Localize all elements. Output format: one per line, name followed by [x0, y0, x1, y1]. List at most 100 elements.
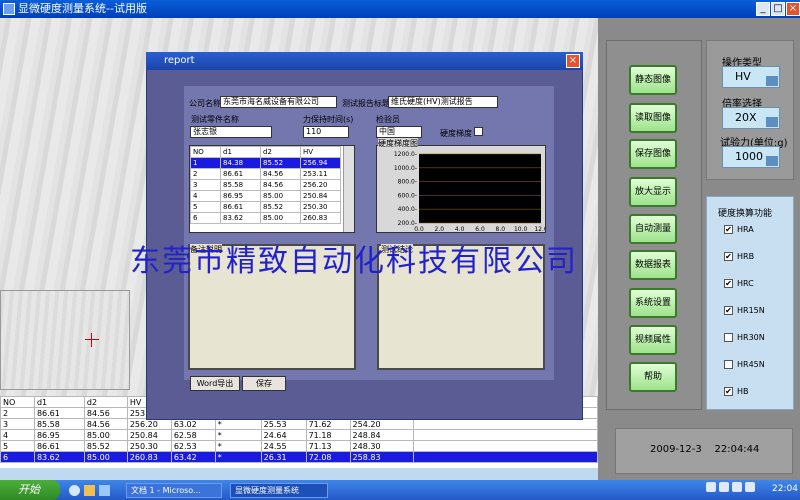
table-header-row: NO d1 d2 HV — [190, 146, 341, 158]
task-word-document[interactable]: 文档 1 - Microso... — [126, 483, 222, 498]
force-select[interactable]: 1000 — [722, 146, 780, 168]
tray-network-icon[interactable] — [706, 482, 716, 492]
table-cell: 84.38 — [220, 157, 261, 169]
checkbox-icon[interactable] — [724, 360, 733, 369]
inspector-label: 检验员 — [376, 115, 400, 124]
inspector-field[interactable]: 中国 — [376, 126, 422, 138]
table-header: d1 — [220, 146, 261, 158]
dropdown-arrow-icon[interactable] — [766, 156, 778, 166]
hold-time-label: 力保持时间(s) — [303, 115, 354, 124]
hold-time-field[interactable]: 110 — [303, 126, 349, 138]
table-cell: 85.00 — [83, 451, 128, 463]
table-row[interactable]: 6 83.62 85.00 260.83 — [190, 212, 341, 224]
table-cell: 254.20 — [349, 418, 415, 430]
table-cell: 248.30 — [349, 440, 415, 452]
checkbox-hra[interactable]: ✔ HRA — [724, 225, 754, 234]
checkbox-label: HR15N — [737, 306, 765, 315]
table-cell: 85.00 — [260, 190, 301, 202]
table-cell: 85.52 — [260, 201, 301, 213]
checkbox-hr45n[interactable]: HR45N — [724, 360, 765, 369]
chart-svg: 200.0-400.0-600.0-800.0-1000.0-1200.0-0.… — [394, 151, 548, 233]
watermark-text: 东莞市精致自动化科技有限公司 — [130, 244, 578, 279]
checkbox-icon[interactable] — [724, 333, 733, 342]
maximize-button[interactable]: □ — [771, 2, 785, 16]
table-row[interactable]: 4 86.95 85.00 250.84 — [190, 190, 341, 202]
table-cell: 86.95 — [33, 429, 85, 441]
table-row[interactable]: 5 86.61 85.52 250.30 62.53 * 24.55 71.13 248.30 — [0, 440, 598, 452]
table-row[interactable]: 2 86.61 84.56 253.11 — [190, 168, 341, 180]
table-cell: 250.84 — [126, 429, 172, 441]
table-header: NO — [190, 146, 221, 158]
checkbox-hb[interactable]: ✔ HB — [724, 387, 749, 396]
system-settings-button[interactable]: 系统设置 — [629, 288, 677, 318]
checkbox-label: HR45N — [737, 360, 765, 369]
checkbox-hrc[interactable]: ✔ HRC — [724, 279, 754, 288]
read-image-button[interactable]: 读取图像 — [629, 103, 677, 133]
x-tick-label: 8.0 — [496, 226, 506, 232]
table-cell — [413, 418, 598, 430]
x-tick-label: 2.0 — [435, 226, 445, 232]
report-close-button[interactable]: × — [566, 54, 580, 68]
table-cell: 25.53 — [260, 418, 307, 430]
table-cell: 4 — [190, 190, 221, 202]
checkbox-icon[interactable]: ✔ — [724, 252, 733, 261]
table-row[interactable]: 3 85.58 84.56 256.20 63.02 * 25.53 71.62 254.20 — [0, 418, 598, 430]
table-cell: 85.58 — [220, 179, 261, 191]
part-field[interactable]: 张志银 — [190, 126, 272, 138]
hardness-gradient-chart: 200.0- 400.0- 600.0- 800.0- 1000.0- 1200.0- 0.… — [376, 145, 548, 233]
tray-security-icon[interactable] — [732, 482, 742, 492]
table-cell: 85.00 — [83, 429, 128, 441]
quicklaunch-ie-icon[interactable] — [69, 485, 80, 496]
checkbox-hrb[interactable]: ✔ HRB — [724, 252, 754, 261]
quicklaunch-media-icon[interactable] — [99, 485, 110, 496]
table-cell: 1 — [190, 157, 221, 169]
table-cell: 84.56 — [83, 407, 128, 419]
report-data-table[interactable]: NO d1 d2 HV 1 84.38 85.52 256.94 2 86.61 84.56… — [189, 145, 355, 233]
table-row[interactable]: 4 86.95 85.00 250.84 62.58 * 24.64 71.18 248.84 — [0, 429, 598, 441]
help-button[interactable]: 帮助 — [629, 362, 677, 392]
thumbnail-view[interactable] — [0, 290, 130, 390]
zoom-display-button[interactable]: 放大显示 — [629, 177, 677, 207]
table-cell: 83.62 — [220, 212, 261, 224]
checkbox-hr15n[interactable]: ✔ HR15N — [724, 306, 765, 315]
minimize-button[interactable]: _ — [756, 2, 770, 16]
checkbox-icon[interactable]: ✔ — [724, 306, 733, 315]
gradient-checkbox[interactable] — [474, 127, 483, 136]
magnification-select[interactable]: 20X — [722, 107, 780, 129]
table-cell: 63.02 — [170, 418, 216, 430]
report-title-label: 测试报告标题 — [342, 99, 390, 108]
table-cell: 71.18 — [305, 429, 351, 441]
table-vertical-scrollbar[interactable] — [343, 146, 354, 232]
x-tick-label: 4.0 — [455, 226, 465, 232]
table-cell: 6 — [0, 451, 35, 463]
checkbox-icon[interactable]: ✔ — [724, 225, 733, 234]
dropdown-arrow-icon[interactable] — [766, 117, 778, 127]
video-properties-button[interactable]: 视频属性 — [629, 325, 677, 355]
table-row[interactable]: 6 83.62 85.00 260.83 63.42 * 26.31 72.08 258.83 — [0, 451, 598, 463]
task-hardness-system[interactable]: 显微硬度测量系统 — [230, 483, 328, 498]
quicklaunch-folder-icon[interactable] — [84, 485, 95, 496]
table-row[interactable]: 1 84.38 85.52 256.94 — [190, 157, 341, 169]
table-row[interactable]: 5 86.61 85.52 250.30 — [190, 201, 341, 213]
table-header: HV — [300, 146, 341, 158]
start-button[interactable]: 开始 — [0, 480, 60, 500]
save-image-button[interactable]: 保存图像 — [629, 139, 677, 169]
horizontal-scrollbar[interactable] — [0, 468, 598, 480]
tray-app-icon[interactable] — [745, 482, 755, 492]
static-image-button[interactable]: 静态图像 — [629, 65, 677, 95]
operation-type-select[interactable]: HV — [722, 66, 780, 88]
tray-volume-icon[interactable] — [719, 482, 729, 492]
dropdown-arrow-icon[interactable] — [766, 76, 778, 86]
part-label: 测试零件名称 — [191, 115, 239, 124]
table-row[interactable]: 3 85.58 84.56 256.20 — [190, 179, 341, 191]
company-field[interactable]: 东莞市海名威设备有限公司 — [220, 96, 337, 108]
checkbox-icon[interactable]: ✔ — [724, 279, 733, 288]
save-button[interactable]: 保存 — [242, 376, 286, 391]
word-export-button[interactable]: Word导出 — [190, 376, 240, 391]
checkbox-hr30n[interactable]: HR30N — [724, 333, 765, 342]
close-button[interactable]: × — [786, 2, 800, 16]
checkbox-icon[interactable]: ✔ — [724, 387, 733, 396]
x-tick-label: 6.0 — [475, 226, 485, 232]
report-title-field[interactable]: 维氏硬度(HV)测试报告 — [388, 96, 498, 108]
table-cell: 250.30 — [126, 440, 172, 452]
